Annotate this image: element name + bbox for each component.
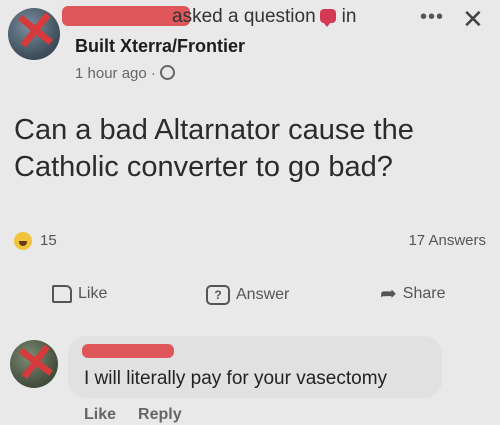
commenter-avatar[interactable]: ✕	[10, 332, 61, 394]
in-text: in	[341, 6, 357, 27]
comment-text: I will literally pay for your vasectomy	[84, 368, 388, 389]
share-label: Share	[402, 285, 446, 302]
post-card: ✕ asked a question in ••• ✕ Built Xterra/…	[0, 0, 500, 425]
comment-actions: Like Reply	[84, 406, 204, 424]
group-name-link[interactable]: Built Xterra/Frontier	[75, 36, 245, 57]
answers-count-link[interactable]: 17 Answers	[408, 232, 486, 249]
globe-icon	[159, 65, 175, 80]
like-button[interactable]: Like	[52, 285, 107, 303]
reaction-count[interactable]: 15	[40, 232, 57, 249]
timestamp-text: 1 hour ago ·	[75, 65, 156, 82]
poster-avatar[interactable]: ✕	[8, 1, 60, 63]
asked-question-text: asked a question	[172, 6, 316, 27]
close-icon[interactable]: ✕	[462, 4, 484, 35]
post-header-line: asked a question in	[172, 6, 356, 28]
answer-button[interactable]: ? Answer	[206, 285, 289, 305]
question-text: Can a bad Altarnator cause the Catholic …	[14, 114, 414, 183]
commenter-name-redaction	[82, 344, 174, 358]
question-bubble-icon: ?	[206, 285, 230, 305]
emoji-reaction-icon[interactable]	[14, 232, 32, 250]
redaction-x-mark: ✕	[11, 0, 61, 64]
name-redaction	[62, 6, 190, 26]
comment-like-button[interactable]: Like	[84, 406, 116, 423]
answer-label: Answer	[236, 286, 290, 303]
post-timestamp: 1 hour ago ·	[75, 65, 175, 82]
comment-reply-button[interactable]: Reply	[138, 406, 182, 423]
more-options-icon[interactable]: •••	[420, 6, 444, 29]
like-label: Like	[78, 285, 108, 302]
share-button[interactable]: ➦ Share	[380, 283, 446, 305]
question-icon	[319, 9, 336, 27]
thumbs-up-icon	[52, 285, 72, 303]
redaction-x-mark: ✕	[11, 332, 61, 394]
share-arrow-icon: ➦	[380, 283, 397, 305]
